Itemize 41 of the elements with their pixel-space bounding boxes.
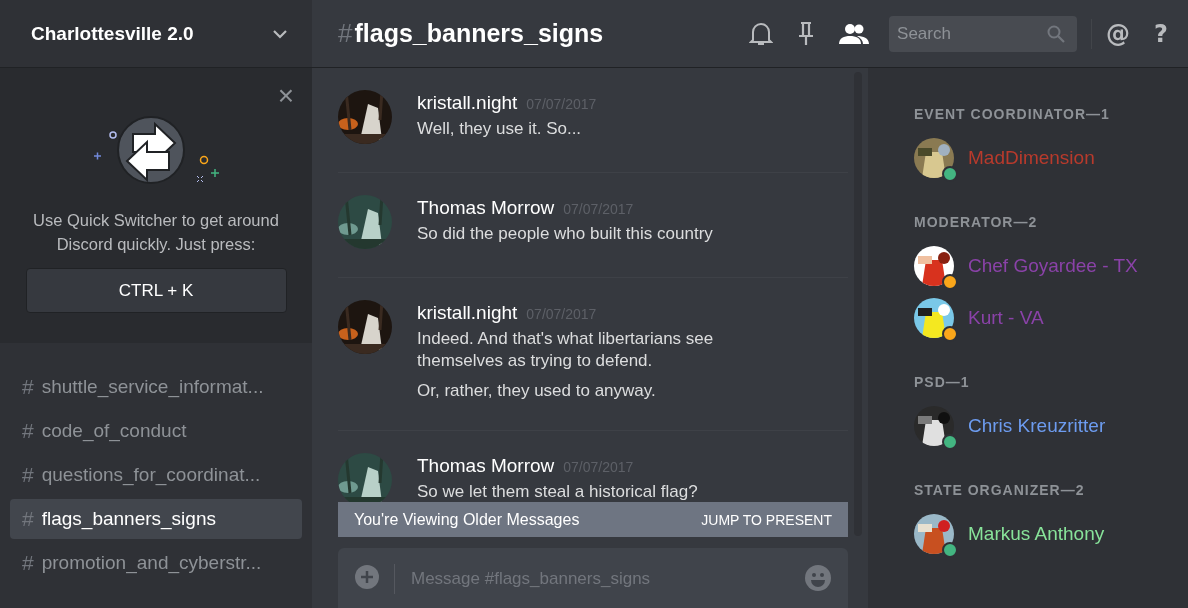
message-text: So did the people who built this country (417, 223, 714, 245)
message-text: Well, they use it. So... (417, 118, 583, 140)
message-text: So we let them steal a historical flag? (417, 481, 699, 503)
member-name: Markus Anthony (968, 523, 1105, 545)
channel-hash: # (338, 18, 353, 49)
member-name: Chris Kreuzritter (968, 415, 1106, 437)
pin-icon[interactable] (797, 20, 816, 47)
member-item[interactable]: Chris Kreuzritter (914, 406, 1168, 446)
member-name: Kurt - VA (968, 307, 1044, 329)
server-name: Charlottesville 2.0 (31, 22, 194, 45)
channel-item[interactable]: # shuttle_service_informat... (10, 367, 302, 407)
channel-title: flags_banners_signs (354, 19, 604, 48)
quick-switcher-hint: Use Quick Switcher to get around Discord quickly. Just press: (32, 210, 280, 255)
bell-icon[interactable] (749, 20, 774, 47)
author-name[interactable]: Thomas Morrow (417, 455, 555, 477)
older-messages-label: You're Viewing Older Messages (354, 510, 580, 529)
message-text: Indeed. And that's what libertarians see themselves as trying to defend. (417, 328, 715, 372)
message-text: Or, rather, they used to anyway. (417, 380, 657, 402)
author-name[interactable]: kristall.night (417, 302, 518, 324)
shortcut-button[interactable]: CTRL + K (25, 268, 287, 313)
members-icon[interactable] (839, 22, 870, 45)
close-button[interactable]: × (277, 82, 294, 110)
role-heading: MODERATOR—2 (914, 214, 1039, 230)
author-name[interactable]: Thomas Morrow (417, 197, 555, 219)
chevron-down-icon (272, 28, 288, 39)
member-name: MadDimension (968, 147, 1095, 169)
role-heading: STATE ORGANIZER—2 (914, 482, 1086, 498)
member-name: Chef Goyardee - TX (968, 255, 1138, 277)
mentions-button[interactable]: @ (1106, 19, 1131, 48)
role-heading: PSD—1 (914, 374, 971, 390)
member-item[interactable]: Markus Anthony (914, 514, 1168, 554)
help-button[interactable]: ? (1154, 19, 1168, 48)
author-name[interactable]: kristall.night (417, 92, 518, 114)
channel-item[interactable]: # questions_for_coordinat... (10, 455, 302, 495)
channel-item[interactable]: # promotion_and_cyberstr... (10, 543, 302, 583)
search-icon (1047, 24, 1066, 43)
role-heading: EVENT COORDINATOR—1 (914, 106, 1111, 122)
channel-item[interactable]: # code_of_conduct (10, 411, 302, 451)
channel-item[interactable]: # flags_banners_signs (10, 499, 302, 539)
jump-to-present-button[interactable]: JUMP TO PRESENT (701, 511, 832, 528)
search-field[interactable]: Search (889, 15, 1078, 52)
